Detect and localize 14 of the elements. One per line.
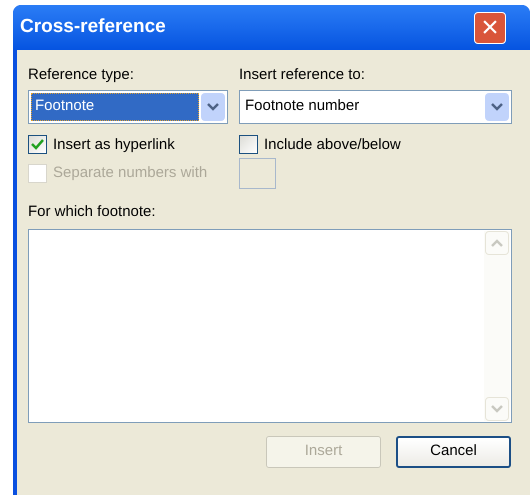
close-button[interactable]: × xyxy=(474,12,506,44)
separator-field xyxy=(239,158,276,189)
insert-reference-dropdown[interactable]: Footnote number xyxy=(239,90,512,124)
field-label: Insert reference to: xyxy=(239,65,366,85)
dialog-button[interactable]: Cancel xyxy=(396,436,511,468)
list-label: For which footnote: xyxy=(28,202,157,222)
checkbox-label: Separate numbers with xyxy=(53,163,208,184)
reference-type-dropdown[interactable]: Footnote xyxy=(28,90,228,124)
checkbox[interactable] xyxy=(239,135,258,154)
field-label: Reference type: xyxy=(28,65,135,85)
checkbox-label: Insert as hyperlink xyxy=(53,134,175,154)
checkbox[interactable] xyxy=(28,135,47,154)
window-title: Cross-reference xyxy=(20,15,166,40)
checkbox-label: Include above/below xyxy=(264,134,401,154)
